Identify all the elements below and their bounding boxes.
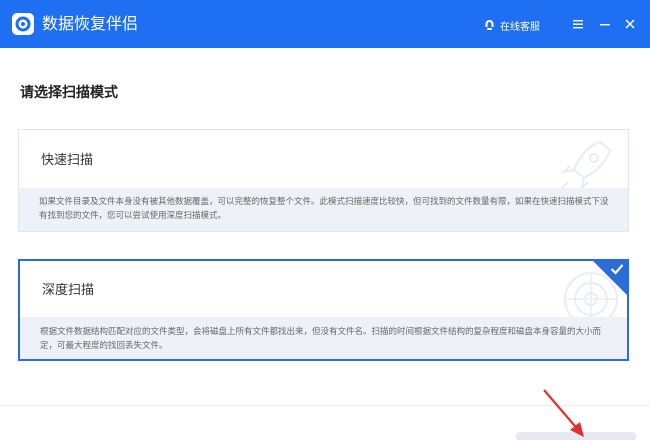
quick-scan-description: 如果文件目录及文件本身没有被其他数据覆盖，可以完整的恢复整个文件。此模式扫描速度… bbox=[19, 188, 628, 231]
app-logo-icon bbox=[12, 13, 34, 35]
minimize-icon bbox=[600, 24, 610, 26]
app-title: 数据恢复伴侣 bbox=[42, 14, 139, 33]
deep-scan-card[interactable]: 深度扫描 根据文件数据结构匹配对应的文件类型，会将磁盘上所有文件都找出来，但没有… bbox=[18, 259, 629, 361]
online-service-button[interactable]: 在线客服 bbox=[484, 16, 540, 34]
red-arrow-annotation bbox=[543, 389, 584, 437]
quick-scan-title: 快速扫描 bbox=[41, 153, 94, 168]
minimize-button[interactable] bbox=[597, 16, 613, 32]
menu-button[interactable] bbox=[570, 16, 586, 32]
deep-scan-description: 根据文件数据结构匹配对应的文件类型，会将磁盘上所有文件都找出来，但没有文件名。扫… bbox=[20, 317, 627, 359]
page-heading: 请选择扫描模式 bbox=[20, 85, 118, 101]
deep-scan-title: 深度扫描 bbox=[42, 283, 95, 298]
headset-icon bbox=[485, 20, 494, 30]
close-icon bbox=[625, 19, 635, 29]
title-bar: 数据恢复伴侣 在线客服 bbox=[0, 0, 650, 48]
close-button[interactable] bbox=[622, 16, 638, 32]
checkmark-icon bbox=[610, 264, 624, 275]
online-service-label: 在线客服 bbox=[500, 21, 540, 33]
menu-icon bbox=[573, 20, 583, 29]
quick-scan-card[interactable]: 快速扫描 如果文件目录及文件本身没有被其他数据覆盖，可以完整的恢复整个文件。此模… bbox=[18, 129, 629, 232]
